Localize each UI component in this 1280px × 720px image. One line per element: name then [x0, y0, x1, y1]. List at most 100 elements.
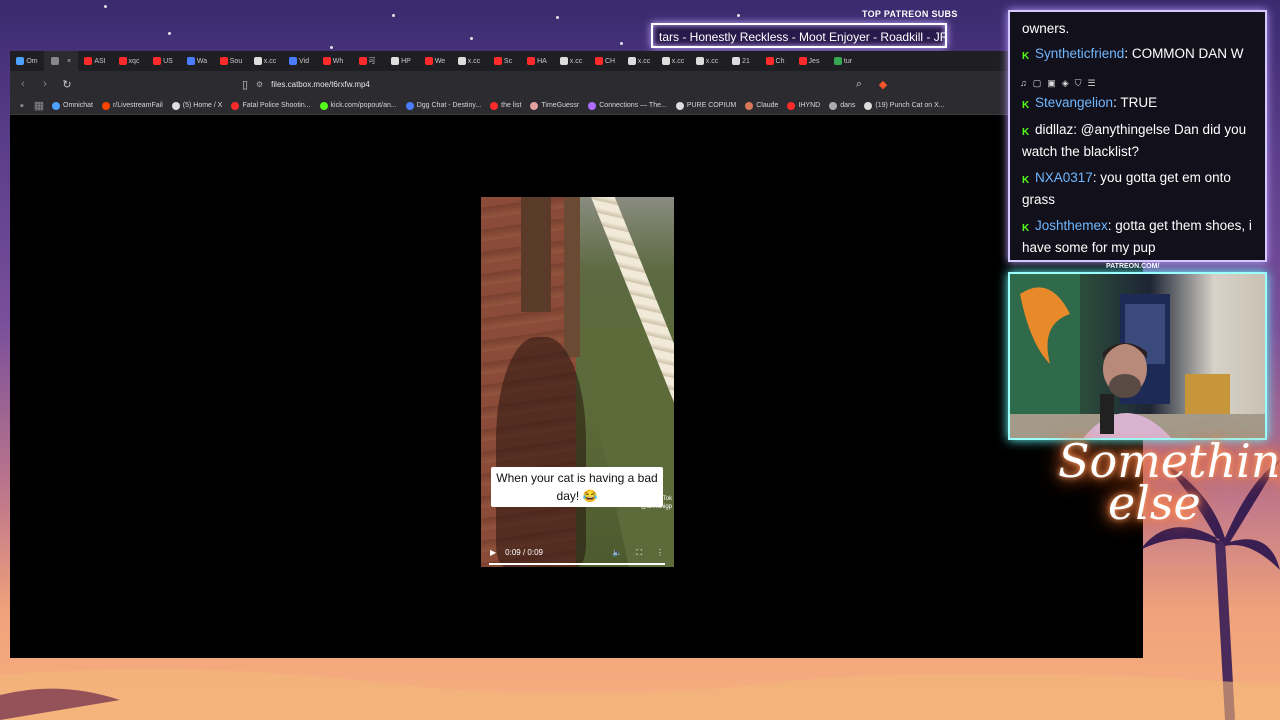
back-icon[interactable]: ‹: [14, 75, 32, 93]
square-icon: ▢: [1032, 78, 1042, 88]
bookmark-item[interactable]: (19) Punch Cat on X...: [864, 101, 945, 110]
video-frame-post: [521, 197, 551, 312]
tab-favicon-icon: [118, 57, 127, 65]
reload-icon[interactable]: ↻: [58, 75, 76, 93]
browser-tab[interactable]: x.cc: [656, 51, 690, 71]
chat-username[interactable]: NXA0317: [1035, 170, 1093, 185]
volume-icon[interactable]: 🔈: [612, 548, 622, 557]
video-progress-bar[interactable]: [489, 563, 665, 565]
bookmark-item[interactable]: dans: [829, 101, 855, 110]
bookmark-item[interactable]: Omnichat: [52, 101, 93, 110]
tab-favicon-icon: [219, 57, 228, 65]
browser-tab[interactable]: HA: [520, 51, 554, 71]
bookmark-item[interactable]: the list: [490, 101, 521, 110]
tab-favicon-icon: [594, 57, 603, 65]
tab-label: 可: [368, 58, 376, 65]
bookmark-folder-icon[interactable]: ▪: [16, 97, 28, 115]
bookmark-favicon-icon: [101, 101, 110, 110]
tab-favicon-icon: [153, 57, 162, 65]
tab-favicon-icon: [84, 57, 93, 65]
tab-label: HP: [401, 57, 411, 65]
browser-tab[interactable]: Sc: [486, 51, 520, 71]
music-icon: ♫: [1020, 78, 1027, 88]
browser-tab[interactable]: x.cc: [622, 51, 656, 71]
tab-label: CH: [604, 57, 616, 65]
tab-label: x.cc: [569, 57, 583, 65]
zoom-icon[interactable]: ⌕: [850, 75, 868, 93]
browser-tab[interactable]: ×: [44, 51, 78, 71]
browser-tab[interactable]: ASI: [78, 51, 112, 71]
tab-favicon-icon: [186, 57, 195, 65]
tab-favicon-icon: [527, 57, 536, 65]
bookmark-icon[interactable]: ▯: [236, 75, 254, 93]
browser-tab[interactable]: x.cc: [690, 51, 724, 71]
kick-badge-icon: K: [1022, 223, 1030, 234]
bookmark-item[interactable]: Fatal Police Shootin...: [231, 101, 311, 110]
tab-favicon-icon: [559, 57, 568, 65]
browser-tab[interactable]: We: [418, 51, 452, 71]
more-options-icon[interactable]: ⋮: [656, 548, 664, 557]
tab-favicon-icon: [253, 57, 262, 65]
patreon-subs-label: TOP PATREON SUBS: [862, 9, 958, 19]
close-tab-icon[interactable]: ×: [67, 58, 71, 65]
forward-icon[interactable]: ›: [36, 75, 54, 93]
brave-shield-icon[interactable]: ◆: [874, 75, 892, 93]
kick-badge-icon: K: [1022, 51, 1030, 62]
browser-tab[interactable]: xqc: [112, 51, 146, 71]
browser-tab[interactable]: Ch: [758, 51, 792, 71]
bookmark-item[interactable]: Connections — The...: [588, 101, 667, 110]
kick-badge-icon: K: [1022, 100, 1030, 111]
bookmark-item[interactable]: Dgg Chat - Destiny...: [405, 101, 481, 110]
browser-window: Om × ASI xqc US Wa Sou x.cc Vid Wh 可 HP We x.cc Sc HA x.…: [10, 51, 1143, 658]
tiktok-watermark-line1: TikTok: [654, 496, 672, 502]
browser-tab[interactable]: x.cc: [248, 51, 282, 71]
play-icon[interactable]: ▶: [490, 548, 496, 557]
tab-favicon-icon: [695, 57, 704, 65]
browser-tab[interactable]: 可: [350, 51, 384, 71]
site-info-icon[interactable]: ⚙: [256, 80, 263, 89]
tab-favicon-icon: [322, 57, 331, 65]
browser-tab[interactable]: Wh: [316, 51, 350, 71]
tab-label: Wa: [196, 57, 208, 65]
chat-username[interactable]: Stevangelion: [1035, 95, 1113, 110]
video-frame-shadow: [496, 337, 586, 567]
tab-label: Sou: [229, 57, 243, 65]
browser-tab[interactable]: x.cc: [554, 51, 588, 71]
tab-label: HA: [537, 57, 547, 65]
apps-grid-icon[interactable]: ▦: [32, 97, 46, 115]
bookmark-item[interactable]: PURE COPIUM: [675, 101, 736, 110]
bookmark-item[interactable]: r/LivestreamFail: [101, 101, 163, 110]
tab-label: Om: [26, 57, 38, 65]
browser-tab[interactable]: tur: [826, 51, 860, 71]
bookmark-item[interactable]: (5) Home / X: [171, 101, 222, 110]
bookmark-item[interactable]: Claude: [745, 101, 778, 110]
chat-username[interactable]: Syntheticfriend: [1035, 46, 1124, 61]
chat-username[interactable]: didllaz: [1035, 122, 1073, 137]
tab-label: ASI: [94, 57, 106, 65]
bookmark-item[interactable]: TimeGuessr: [530, 101, 579, 110]
video-player[interactable]: When your cat is having a bad day! 😂 Tik…: [481, 197, 674, 567]
browser-tab[interactable]: x.cc: [452, 51, 486, 71]
address-bar[interactable]: ⚙ files.catbox.moe/t6rxfw.mp4: [256, 75, 866, 93]
browser-tab[interactable]: Vid: [282, 51, 316, 71]
fullscreen-icon[interactable]: ⛶: [636, 548, 642, 558]
chat-username[interactable]: Joshthemex: [1035, 218, 1108, 233]
browser-tab[interactable]: Wa: [180, 51, 214, 71]
tab-label: x.cc: [263, 57, 277, 65]
tab-label: Wh: [332, 57, 344, 65]
chat-message: K Stevangelion: TRUE: [1022, 92, 1265, 114]
bookmark-item[interactable]: IHYND: [787, 101, 820, 110]
video-progress-fill: [489, 563, 665, 565]
tab-favicon-icon: [798, 57, 807, 65]
bookmark-item[interactable]: kick.com/popout/an...: [319, 101, 397, 110]
browser-tab[interactable]: CH: [588, 51, 622, 71]
tab-favicon-icon: [765, 57, 774, 65]
browser-tab[interactable]: 21: [724, 51, 758, 71]
url-text: files.catbox.moe/t6rxfw.mp4: [271, 79, 370, 89]
browser-tab[interactable]: Sou: [214, 51, 248, 71]
browser-tab[interactable]: US: [146, 51, 180, 71]
browser-tab[interactable]: Om: [10, 51, 44, 71]
browser-tab[interactable]: HP: [384, 51, 418, 71]
bookmark-favicon-icon: [171, 101, 180, 110]
browser-tab[interactable]: Jes: [792, 51, 826, 71]
